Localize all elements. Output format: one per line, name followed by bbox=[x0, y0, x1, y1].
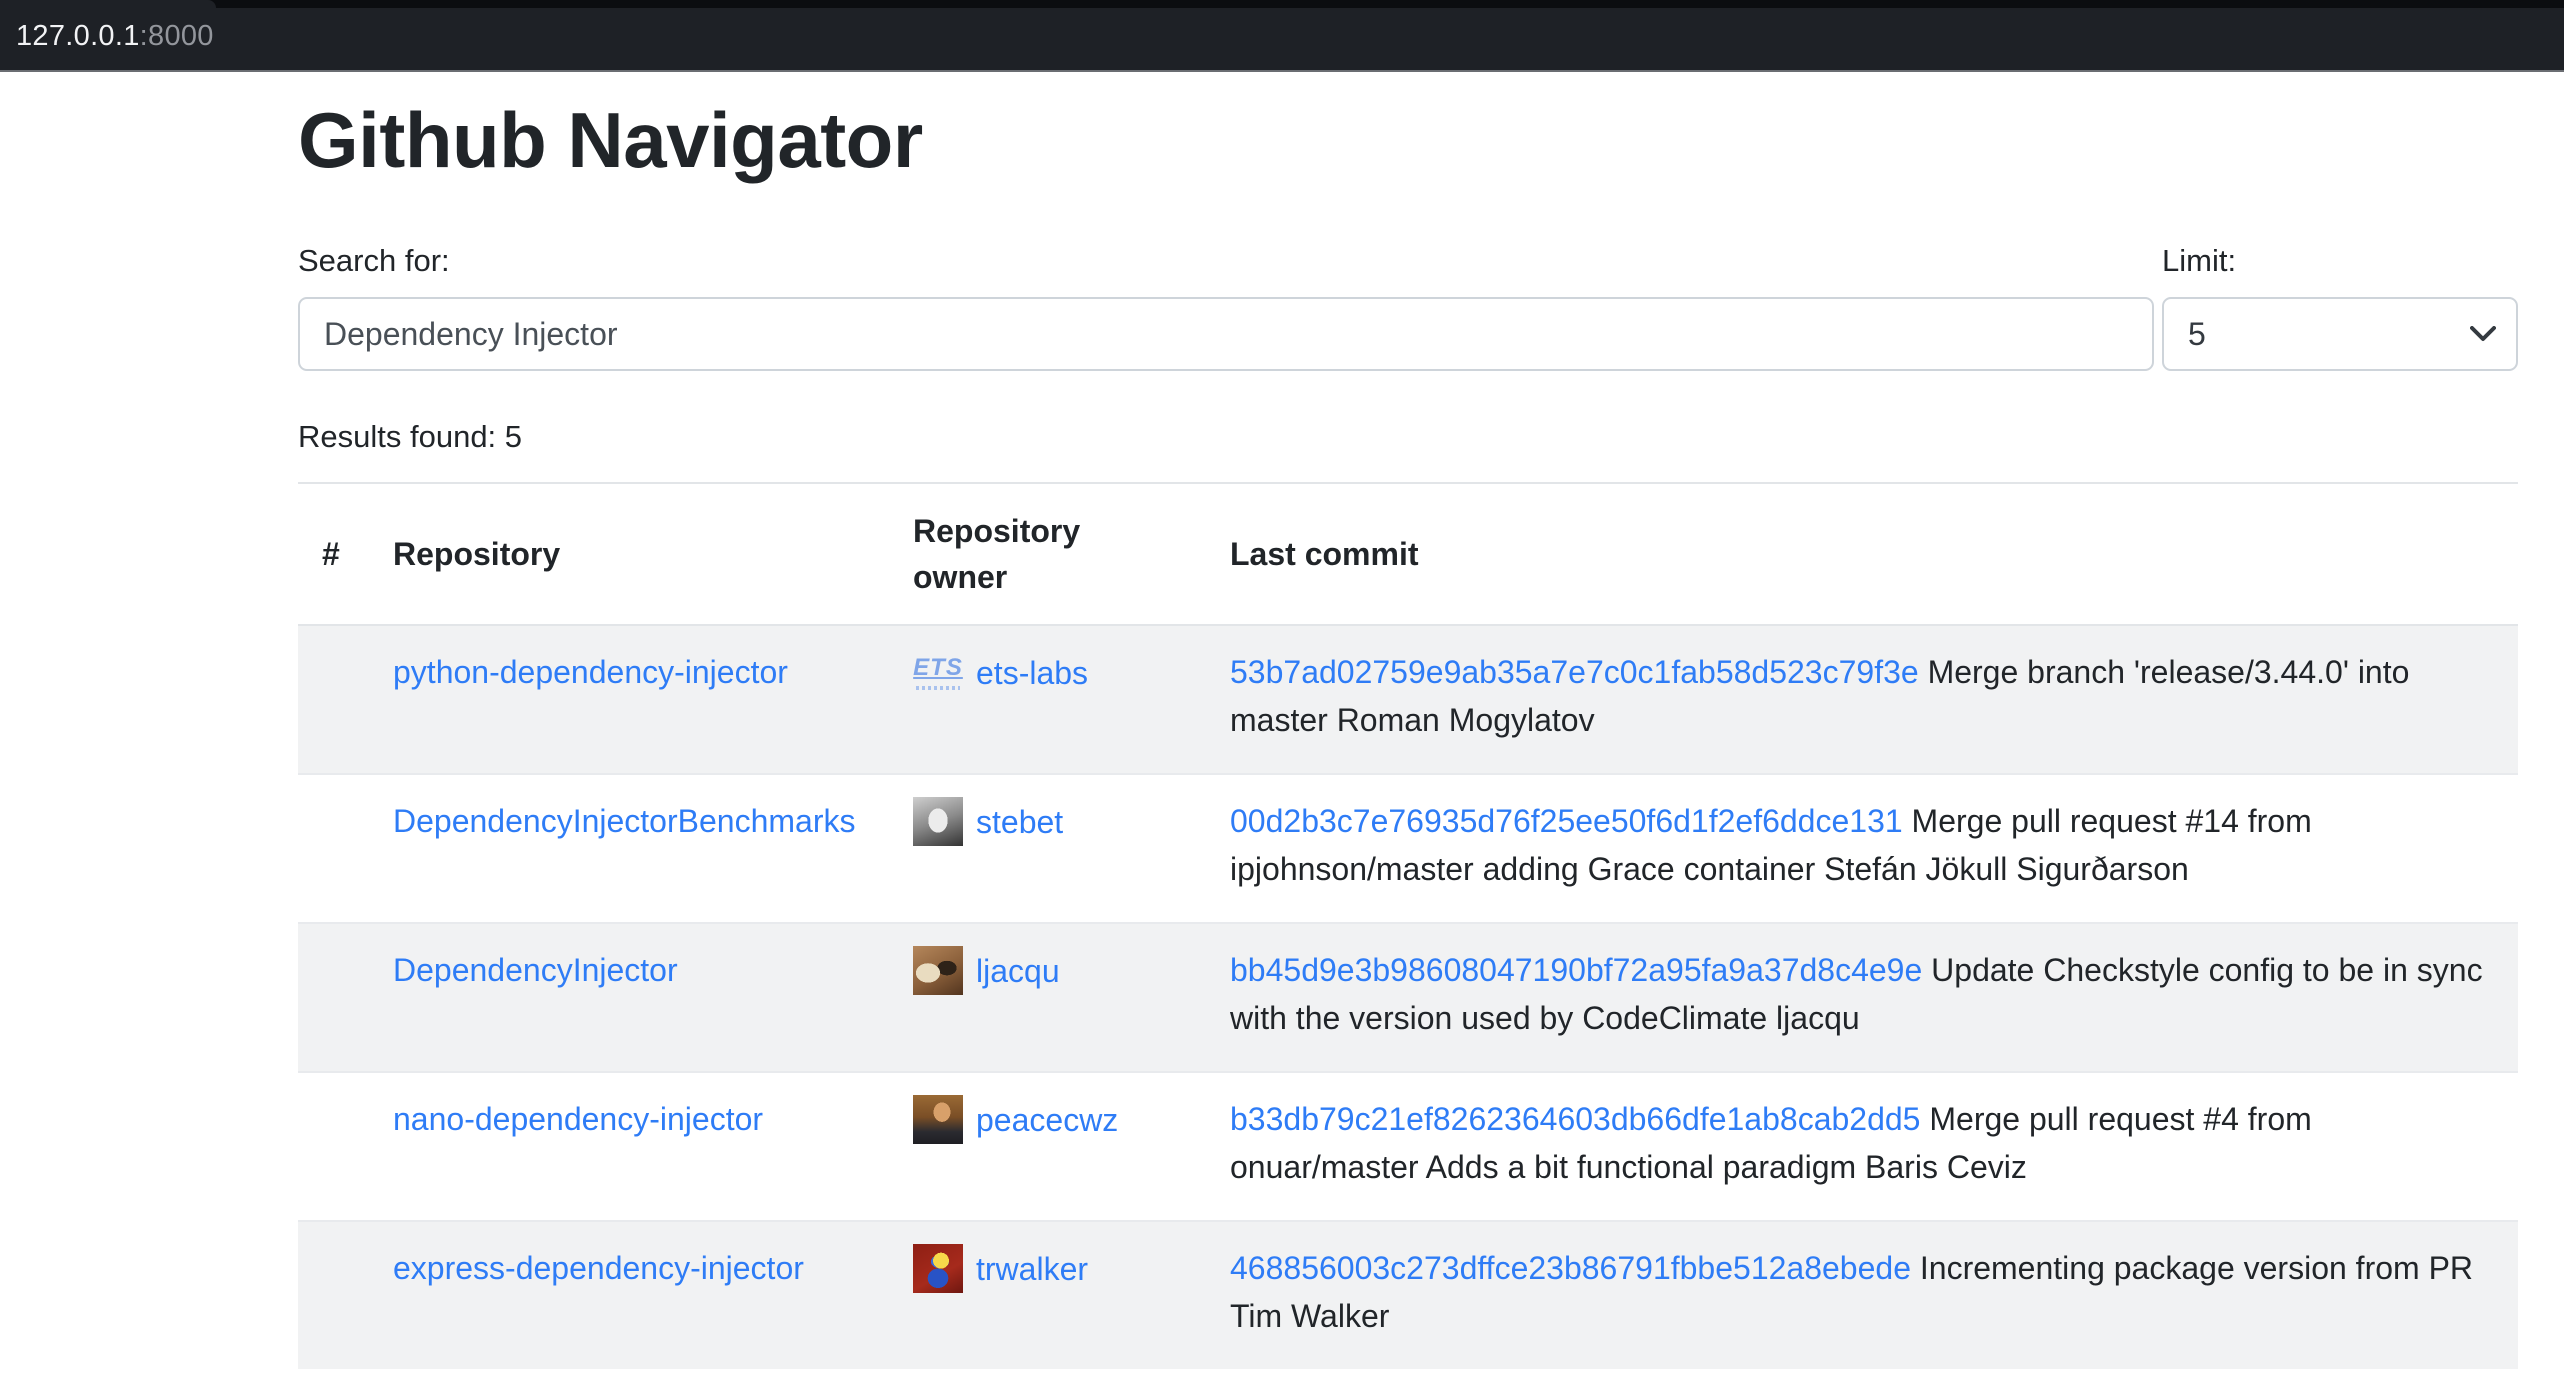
browser-tab-strip bbox=[0, 0, 2564, 8]
controls-row: Search for: Limit: 5 bbox=[298, 242, 2518, 371]
repo-link[interactable]: DependencyInjectorBenchmarks bbox=[393, 803, 855, 839]
column-header-last-commit: Last commit bbox=[1206, 483, 2518, 625]
ljacqu-avatar-photo bbox=[913, 946, 963, 995]
owner-link[interactable]: ets-labs bbox=[976, 649, 1088, 697]
search-label: Search for: bbox=[298, 242, 2154, 280]
repo-link[interactable]: nano-dependency-injector bbox=[393, 1101, 763, 1137]
repo-link[interactable]: python-dependency-injector bbox=[393, 654, 788, 690]
row-number-cell bbox=[298, 774, 369, 923]
table-row: express-dependency-injector trwalker 468… bbox=[298, 1221, 2518, 1369]
ets-logo-text: ETS bbox=[913, 655, 963, 681]
ets-logo-subtext bbox=[916, 686, 960, 690]
owner-link[interactable]: trwalker bbox=[976, 1245, 1088, 1293]
stebet-avatar-photo bbox=[913, 797, 963, 846]
results-count: Results found: 5 bbox=[298, 417, 2518, 457]
column-header-owner: Repository owner bbox=[889, 483, 1206, 625]
browser-bar: 127.0.0.1:8000 bbox=[0, 0, 2564, 72]
limit-select[interactable]: 5 bbox=[2162, 297, 2518, 371]
ets-labs-logo-icon: ETS bbox=[913, 648, 963, 697]
commit-hash-link[interactable]: b33db79c21ef8262364603db66dfe1ab8cab2dd5 bbox=[1230, 1101, 1920, 1137]
row-number-cell bbox=[298, 1072, 369, 1221]
address-bar[interactable]: 127.0.0.1:8000 bbox=[16, 0, 214, 72]
limit-column: Limit: 5 bbox=[2162, 242, 2518, 371]
table-row: nano-dependency-injector peacecwz b33db7… bbox=[298, 1072, 2518, 1221]
page-title: Github Navigator bbox=[298, 92, 2518, 188]
trwalker-avatar-photo bbox=[913, 1244, 963, 1293]
search-input[interactable] bbox=[298, 297, 2154, 371]
peacecwz-avatar-photo bbox=[913, 1095, 963, 1144]
repo-link[interactable]: express-dependency-injector bbox=[393, 1250, 804, 1286]
repo-link[interactable]: DependencyInjector bbox=[393, 952, 678, 988]
owner-link[interactable]: stebet bbox=[976, 798, 1063, 846]
commit-hash-link[interactable]: 468856003c273dffce23b86791fbbe512a8ebede bbox=[1230, 1250, 1911, 1286]
limit-select-wrap: 5 bbox=[2162, 297, 2518, 371]
url-host: 127.0.0.1 bbox=[16, 20, 140, 53]
search-column: Search for: bbox=[298, 242, 2154, 371]
row-number-cell bbox=[298, 625, 369, 774]
row-number-cell bbox=[298, 1221, 369, 1369]
page-container: Github Navigator Search for: Limit: 5 Re… bbox=[298, 92, 2518, 1369]
url-port: :8000 bbox=[140, 20, 214, 53]
commit-hash-link[interactable]: bb45d9e3b98608047190bf72a95fa9a37d8c4e9e bbox=[1230, 952, 1922, 988]
table-header-row: # Repository Repository owner Last commi… bbox=[298, 483, 2518, 625]
owner-link[interactable]: peacecwz bbox=[976, 1096, 1118, 1144]
row-number-cell bbox=[298, 923, 369, 1072]
commit-hash-link[interactable]: 53b7ad02759e9ab35a7e7c0c1fab58d523c79f3e bbox=[1230, 654, 1919, 690]
column-header-repository: Repository bbox=[369, 483, 889, 625]
table-row: python-dependency-injector ETS ets-labs … bbox=[298, 625, 2518, 774]
commit-hash-link[interactable]: 00d2b3c7e76935d76f25ee50f6d1f2ef6ddce131 bbox=[1230, 803, 1903, 839]
column-header-number: # bbox=[298, 483, 369, 625]
owner-link[interactable]: ljacqu bbox=[976, 947, 1060, 995]
table-row: DependencyInjectorBenchmarks stebet 00d2… bbox=[298, 774, 2518, 923]
limit-label: Limit: bbox=[2162, 242, 2518, 280]
repositories-table: # Repository Repository owner Last commi… bbox=[298, 482, 2518, 1369]
table-row: DependencyInjector ljacqu bb45d9e3b98608… bbox=[298, 923, 2518, 1072]
